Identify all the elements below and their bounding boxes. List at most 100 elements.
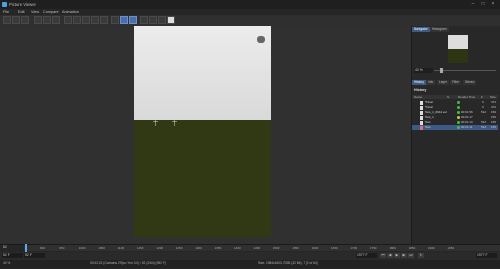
- timeline-tick-label: 1900: [428, 246, 435, 250]
- history-thumbnail: [420, 105, 423, 110]
- timeline-tick-label: 1050: [98, 246, 105, 250]
- play-icon[interactable]: ▶: [394, 253, 400, 258]
- timeline-tick-label: 950: [59, 246, 65, 250]
- zoom-fit-icon[interactable]: [34, 16, 42, 24]
- current-frame-field[interactable]: 52 F: [2, 253, 23, 258]
- view-active-icon[interactable]: [120, 16, 128, 24]
- compare-split-icon[interactable]: [82, 16, 90, 24]
- maximize-icon[interactable]: □: [478, 1, 488, 8]
- zoom-slider[interactable]: [434, 70, 496, 71]
- view-single-icon[interactable]: [111, 16, 119, 24]
- save-icon[interactable]: [12, 16, 20, 24]
- minimize-icon[interactable]: –: [468, 1, 478, 8]
- rendered-image[interactable]: [134, 26, 271, 237]
- goto-start-icon[interactable]: ⏮: [380, 253, 386, 258]
- status-zoom: 40 %: [3, 261, 11, 265]
- timeline-tick-label: 1000: [78, 246, 86, 250]
- bg-color-icon[interactable]: [167, 16, 175, 24]
- timeline-tick-label: 1450: [253, 246, 261, 250]
- window-title: Picture Viewer: [9, 2, 36, 7]
- history-thumbnail: [420, 110, 423, 115]
- prev-frame-icon[interactable]: ◀: [387, 253, 393, 258]
- render-ground: [134, 120, 271, 237]
- history-thumbnail: [420, 125, 423, 130]
- compare-ab-icon[interactable]: [73, 16, 81, 24]
- history-frame: 512: [481, 125, 487, 129]
- zoom-field[interactable]: 40 %: [414, 68, 433, 73]
- fps-field[interactable]: 1977 F: [476, 253, 497, 258]
- zoom-full-icon[interactable]: [43, 16, 51, 24]
- status-size: Size: 1984x1603, RGB (32 Bit), 7 [2 of 6…: [258, 261, 318, 265]
- history-thumbnail: [420, 100, 423, 105]
- menu-compare[interactable]: Compare: [43, 10, 59, 14]
- menu-edit[interactable]: Edit: [18, 10, 25, 14]
- open-icon[interactable]: [3, 16, 11, 24]
- rotate-icon[interactable]: [100, 16, 108, 24]
- column-name[interactable]: Name: [414, 95, 422, 99]
- timeline-tick-label: 1250: [175, 246, 183, 250]
- flip-icon[interactable]: [91, 16, 99, 24]
- status-bar: [0, 260, 500, 268]
- column-frame[interactable]: F.: [481, 95, 483, 99]
- close-icon[interactable]: ×: [488, 1, 498, 8]
- column-size[interactable]: Size: [490, 95, 496, 99]
- timeline-tick-label: 1950: [447, 246, 455, 250]
- status-dot: [457, 121, 460, 124]
- current-frame-field-2[interactable]: 52 F: [24, 253, 45, 258]
- status-dot: [457, 106, 460, 109]
- timeline-start-frame: 52: [3, 245, 7, 249]
- history-name: Test: [425, 125, 431, 129]
- next-frame-icon[interactable]: ▶: [401, 253, 407, 258]
- zoom-slider-handle[interactable]: [440, 68, 443, 73]
- history-size: 156: [491, 125, 497, 129]
- render-rock: [257, 36, 265, 43]
- status-dot: [457, 126, 460, 129]
- column-status[interactable]: S.: [447, 95, 450, 99]
- status-dot: [457, 101, 460, 104]
- timeline-tick-label: 1850: [408, 246, 416, 250]
- tab-filter[interactable]: Filter: [450, 80, 462, 85]
- status-dot: [457, 111, 460, 114]
- timeline-tick-label: 1500: [272, 246, 280, 250]
- history-render-time: 00:01:11: [461, 125, 473, 129]
- navigator-thumbnail-ground: [448, 49, 468, 63]
- timeline-tick-label: 1750: [369, 246, 377, 250]
- history-thumbnail: [420, 115, 423, 120]
- column-render-time[interactable]: Render Time: [458, 95, 475, 99]
- timeline-tick-label: 1550: [292, 246, 299, 250]
- goto-end-icon[interactable]: ⏭: [408, 253, 414, 258]
- channel-icon[interactable]: [64, 16, 72, 24]
- render-marker: [172, 120, 177, 126]
- tab-histogram[interactable]: Histogram: [430, 27, 449, 32]
- menu-file[interactable]: File: [3, 10, 9, 14]
- lut-icon[interactable]: [158, 16, 166, 24]
- timeline-tick-label: 1600: [311, 246, 319, 250]
- tab-layer[interactable]: Layer: [437, 80, 449, 85]
- timeline-tick-label: 1350: [214, 246, 222, 250]
- filter-icon[interactable]: [140, 16, 148, 24]
- loop-icon[interactable]: ↻: [418, 253, 424, 258]
- menu-view[interactable]: View: [31, 10, 39, 14]
- timeline-tick-label: 1200: [156, 246, 164, 250]
- tab-history[interactable]: History: [412, 80, 426, 85]
- end-frame-field[interactable]: 1977 F: [356, 253, 377, 258]
- timeline-tick-label: 1100: [117, 246, 125, 250]
- render-marker: [153, 120, 158, 126]
- zoom-in-icon[interactable]: [52, 16, 60, 24]
- timeline-tick-label: 1300: [195, 246, 202, 250]
- history-thumbnail: [420, 120, 423, 125]
- timeline-tick-label: 1800: [389, 246, 396, 250]
- timeline-tick-label: 1150: [137, 246, 144, 250]
- tab-info[interactable]: Info: [426, 80, 436, 85]
- history-header: [412, 95, 498, 99]
- tab-stereo[interactable]: Stereo: [463, 80, 477, 85]
- timeline-tick-label: 1400: [234, 246, 241, 250]
- timeline-playhead[interactable]: [25, 244, 27, 252]
- view-stereo-icon[interactable]: [129, 16, 137, 24]
- render-icon[interactable]: [21, 16, 29, 24]
- status-dot: [457, 116, 460, 119]
- tab-navigator[interactable]: Navigator: [412, 27, 430, 32]
- color-pick-icon[interactable]: [149, 16, 157, 24]
- render-sky: [134, 26, 271, 120]
- menu-animation[interactable]: Animation: [62, 10, 79, 14]
